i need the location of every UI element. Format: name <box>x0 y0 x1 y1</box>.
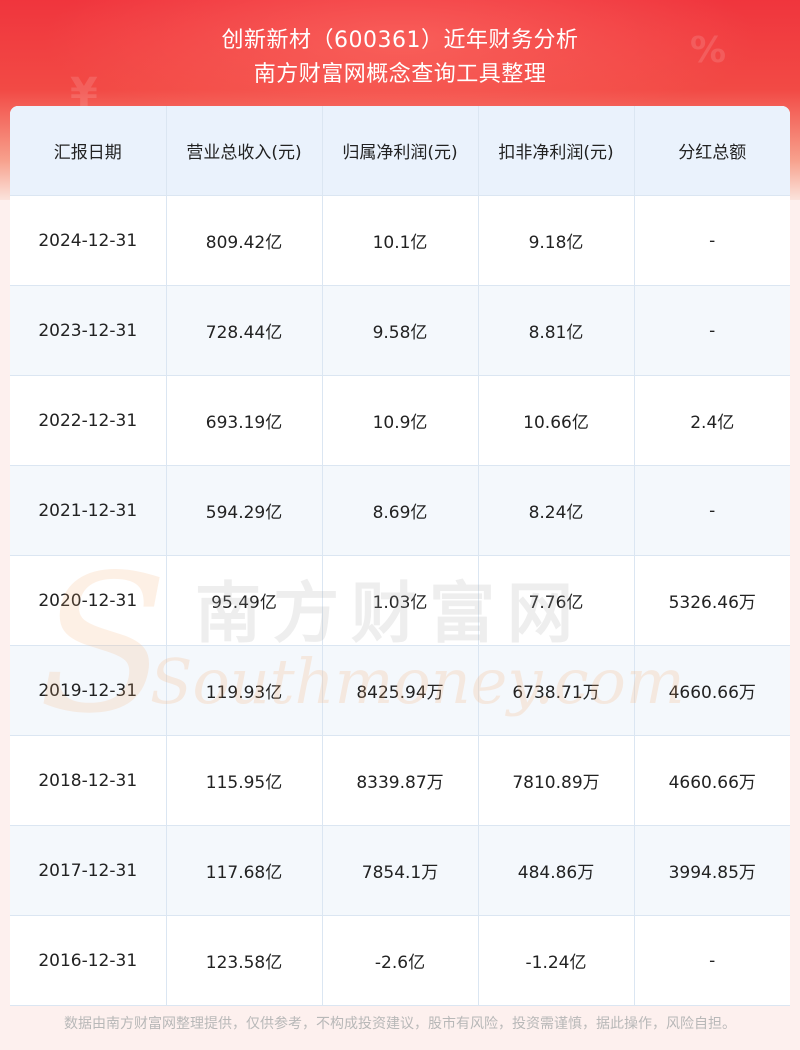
cell-date: 2023-12-31 <box>10 285 167 376</box>
column-header-deducted-profit: 扣非净利润(元) <box>478 106 635 196</box>
cell-deducted-profit: 6738.71万 <box>478 645 635 736</box>
cell-dividend: - <box>634 915 790 1006</box>
cell-revenue: 115.95亿 <box>166 735 323 826</box>
cell-date: 2022-12-31 <box>10 375 167 466</box>
cell-net-profit: 8339.87万 <box>322 735 479 826</box>
cell-revenue: 728.44亿 <box>166 285 323 376</box>
cell-net-profit: -2.6亿 <box>322 915 479 1006</box>
cell-net-profit: 10.9亿 <box>322 375 479 466</box>
cell-revenue: 594.29亿 <box>166 465 323 556</box>
cell-revenue: 117.68亿 <box>166 825 323 916</box>
table-row: 2023-12-31 728.44亿 9.58亿 8.81亿 - <box>10 285 790 376</box>
cell-deducted-profit: 7.76亿 <box>478 555 635 646</box>
cell-deducted-profit: 8.24亿 <box>478 465 635 556</box>
cell-deducted-profit: 10.66亿 <box>478 375 635 466</box>
cell-deducted-profit: 8.81亿 <box>478 285 635 376</box>
table-row: 2024-12-31 809.42亿 10.1亿 9.18亿 - <box>10 195 790 286</box>
column-header-date: 汇报日期 <box>10 106 167 196</box>
cell-revenue: 809.42亿 <box>166 195 323 286</box>
cell-date: 2016-12-31 <box>10 915 167 1006</box>
column-header-net-profit: 归属净利润(元) <box>322 106 479 196</box>
table-row: 2020-12-31 95.49亿 1.03亿 7.76亿 5326.46万 <box>10 555 790 646</box>
cell-revenue: 123.58亿 <box>166 915 323 1006</box>
cell-net-profit: 10.1亿 <box>322 195 479 286</box>
cell-date: 2017-12-31 <box>10 825 167 916</box>
table-row: 2019-12-31 119.93亿 8425.94万 6738.71万 466… <box>10 645 790 736</box>
cell-deducted-profit: 9.18亿 <box>478 195 635 286</box>
cell-date: 2024-12-31 <box>10 195 167 286</box>
table-row: 2017-12-31 117.68亿 7854.1万 484.86万 3994.… <box>10 825 790 916</box>
cell-net-profit: 1.03亿 <box>322 555 479 646</box>
column-header-revenue: 营业总收入(元) <box>166 106 323 196</box>
cell-dividend: - <box>634 285 790 376</box>
column-header-dividend: 分红总额 <box>634 106 790 196</box>
cell-deducted-profit: -1.24亿 <box>478 915 635 1006</box>
table-row: 2022-12-31 693.19亿 10.9亿 10.66亿 2.4亿 <box>10 375 790 466</box>
cell-deducted-profit: 7810.89万 <box>478 735 635 826</box>
cell-net-profit: 7854.1万 <box>322 825 479 916</box>
cell-dividend: - <box>634 465 790 556</box>
cell-dividend: 4660.66万 <box>634 735 790 826</box>
cell-date: 2018-12-31 <box>10 735 167 826</box>
cell-date: 2020-12-31 <box>10 555 167 646</box>
cell-dividend: - <box>634 195 790 286</box>
cell-revenue: 693.19亿 <box>166 375 323 466</box>
page-title: 创新新材（600361）近年财务分析 <box>221 28 579 53</box>
table-row: 2016-12-31 123.58亿 -2.6亿 -1.24亿 - <box>10 915 790 1006</box>
page-subtitle: 南方财富网概念查询工具整理 <box>253 62 547 87</box>
table-row: 2018-12-31 115.95亿 8339.87万 7810.89万 466… <box>10 735 790 826</box>
table-header-row: 汇报日期 营业总收入(元) 归属净利润(元) 扣非净利润(元) 分红总额 <box>10 106 790 196</box>
cell-dividend: 4660.66万 <box>634 645 790 736</box>
table-row: 2021-12-31 594.29亿 8.69亿 8.24亿 - <box>10 465 790 556</box>
cell-date: 2021-12-31 <box>10 465 167 556</box>
financial-table: 汇报日期 营业总收入(元) 归属净利润(元) 扣非净利润(元) 分红总额 202… <box>10 106 790 1006</box>
disclaimer-footer: 数据由南方财富网整理提供，仅供参考，不构成投资建议，股市有风险，投资需谨慎，据此… <box>64 1016 736 1032</box>
financial-table-card: 汇报日期 营业总收入(元) 归属净利润(元) 扣非净利润(元) 分红总额 202… <box>10 106 790 1006</box>
cell-net-profit: 8.69亿 <box>322 465 479 556</box>
cell-dividend: 3994.85万 <box>634 825 790 916</box>
cell-deducted-profit: 484.86万 <box>478 825 635 916</box>
cell-dividend: 2.4亿 <box>634 375 790 466</box>
cell-revenue: 119.93亿 <box>166 645 323 736</box>
cell-date: 2019-12-31 <box>10 645 167 736</box>
cell-net-profit: 9.58亿 <box>322 285 479 376</box>
cell-net-profit: 8425.94万 <box>322 645 479 736</box>
cell-revenue: 95.49亿 <box>166 555 323 646</box>
cell-dividend: 5326.46万 <box>634 555 790 646</box>
